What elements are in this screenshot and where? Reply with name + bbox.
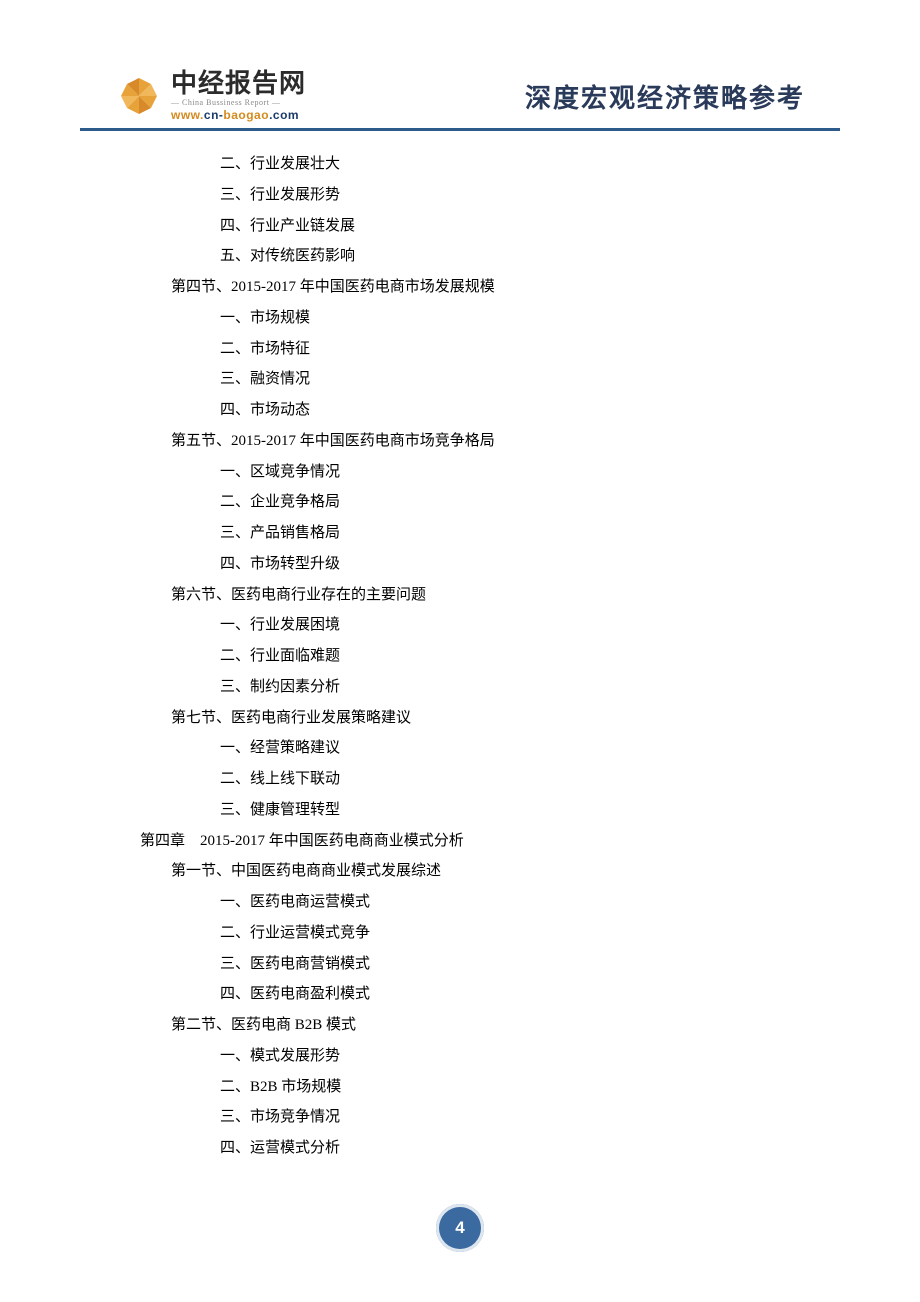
toc-item: 二、行业发展壮大 bbox=[0, 149, 920, 180]
toc-item: 二、线上线下联动 bbox=[0, 764, 920, 795]
page-number: 4 bbox=[436, 1204, 484, 1252]
toc-item: 二、B2B 市场规模 bbox=[0, 1072, 920, 1103]
logo-url-bao: baogao bbox=[223, 108, 269, 122]
toc-item: 三、健康管理转型 bbox=[0, 795, 920, 826]
toc-item: 一、医药电商运营模式 bbox=[0, 887, 920, 918]
toc-item: 二、行业运营模式竞争 bbox=[0, 918, 920, 949]
document-page: 中经报告网 — China Bussiness Report — www.cn-… bbox=[0, 0, 920, 1302]
toc-item: 一、区域竞争情况 bbox=[0, 457, 920, 488]
toc-section: 第二节、医药电商 B2B 模式 bbox=[0, 1010, 920, 1041]
toc-section: 第五节、2015-2017 年中国医药电商市场竞争格局 bbox=[0, 426, 920, 457]
toc-item: 四、市场动态 bbox=[0, 395, 920, 426]
logo-url: www.cn-baogao.com bbox=[171, 108, 306, 122]
header-tagline: 深度宏观经济策略参考 bbox=[525, 78, 805, 115]
toc-item: 一、模式发展形势 bbox=[0, 1041, 920, 1072]
site-logo: 中经报告网 — China Bussiness Report — www.cn-… bbox=[115, 70, 306, 122]
toc-item: 二、行业面临难题 bbox=[0, 641, 920, 672]
toc-section: 第七节、医药电商行业发展策略建议 bbox=[0, 703, 920, 734]
toc-item: 三、市场竞争情况 bbox=[0, 1102, 920, 1133]
toc-item: 二、企业竞争格局 bbox=[0, 487, 920, 518]
logo-url-com: .com bbox=[269, 108, 299, 122]
toc-section: 第一节、中国医药电商商业模式发展综述 bbox=[0, 856, 920, 887]
page-number-container: 4 bbox=[436, 1204, 484, 1252]
toc-item: 三、制约因素分析 bbox=[0, 672, 920, 703]
logo-mark-icon bbox=[115, 72, 163, 120]
toc-item: 三、融资情况 bbox=[0, 364, 920, 395]
logo-url-cn: cn- bbox=[204, 108, 224, 122]
logo-text-block: 中经报告网 — China Bussiness Report — www.cn-… bbox=[171, 70, 306, 122]
toc-section: 第四节、2015-2017 年中国医药电商市场发展规模 bbox=[0, 272, 920, 303]
toc-content: 二、行业发展壮大 三、行业发展形势 四、行业产业链发展 五、对传统医药影响 第四… bbox=[0, 131, 920, 1164]
toc-item: 一、行业发展困境 bbox=[0, 610, 920, 641]
logo-subtitle: — China Bussiness Report — bbox=[171, 98, 306, 107]
toc-chapter: 第四章 2015-2017 年中国医药电商商业模式分析 bbox=[0, 826, 920, 857]
toc-item: 四、医药电商盈利模式 bbox=[0, 979, 920, 1010]
toc-item: 五、对传统医药影响 bbox=[0, 241, 920, 272]
toc-item: 四、运营模式分析 bbox=[0, 1133, 920, 1164]
toc-item: 四、行业产业链发展 bbox=[0, 211, 920, 242]
toc-item: 一、经营策略建议 bbox=[0, 733, 920, 764]
toc-item: 二、市场特征 bbox=[0, 334, 920, 365]
toc-section: 第六节、医药电商行业存在的主要问题 bbox=[0, 580, 920, 611]
toc-item: 三、医药电商营销模式 bbox=[0, 949, 920, 980]
logo-url-www: www. bbox=[171, 108, 204, 122]
toc-item: 三、产品销售格局 bbox=[0, 518, 920, 549]
logo-title: 中经报告网 bbox=[171, 70, 306, 96]
toc-item: 一、市场规模 bbox=[0, 303, 920, 334]
page-header: 中经报告网 — China Bussiness Report — www.cn-… bbox=[0, 70, 920, 122]
toc-item: 三、行业发展形势 bbox=[0, 180, 920, 211]
toc-item: 四、市场转型升级 bbox=[0, 549, 920, 580]
